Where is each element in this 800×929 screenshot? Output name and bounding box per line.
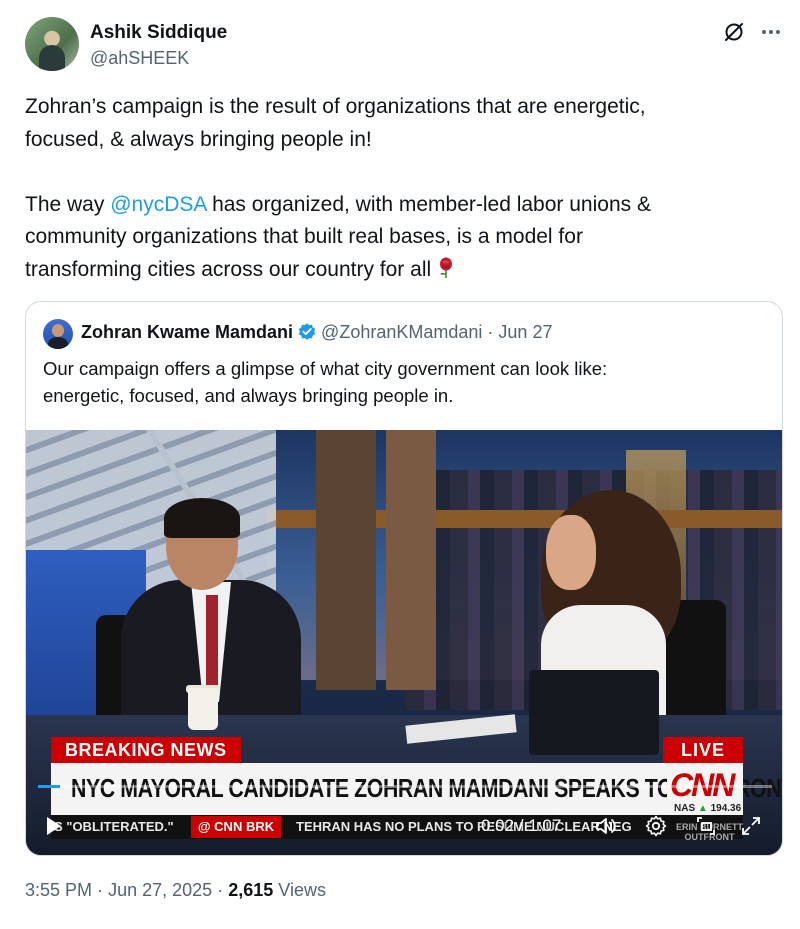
quoted-text: Our campaign offers a glimpse of what ci… (43, 355, 763, 409)
separator-dot: · (487, 322, 494, 342)
video-scene-laptop (529, 670, 659, 755)
quoted-header: Zohran Kwame Mamdani @ZohranKMamdani · J… (81, 322, 552, 343)
quoted-text-line: energetic, focused, and always bringing … (43, 385, 454, 406)
tweet-text: Zohran’s campaign is the result of organ… (25, 91, 765, 286)
quoted-author-name[interactable]: Zohran Kwame Mamdani (81, 322, 293, 342)
grok-slash-icon[interactable] (722, 20, 746, 44)
volume-icon[interactable] (594, 814, 618, 838)
rose-emoji-icon (440, 257, 452, 278)
video-scene-bridge-tower (386, 430, 436, 690)
nas-value: 194.36 (710, 803, 742, 814)
live-badge: LIVE (663, 737, 743, 763)
tweet-line: The way @nycDSA has organized, with memb… (25, 189, 765, 222)
video-scene-bridge-tower (316, 430, 376, 690)
views-count: 2,615 (228, 880, 274, 900)
gear-icon[interactable] (644, 814, 668, 838)
nasdaq-readout: NAS ▲ 194.36 (674, 803, 741, 814)
quoted-date[interactable]: Jun 27 (498, 322, 552, 342)
verified-badge-icon (298, 323, 316, 340)
author-handle[interactable]: @ahSHEEK (90, 48, 189, 69)
video-scene-host-face (546, 515, 596, 590)
video-progress-fill (38, 785, 61, 788)
picture-in-picture-icon[interactable] (694, 814, 718, 838)
more-horizontal-icon[interactable] (760, 20, 782, 44)
video-time: 0:02 / 1:07 (481, 816, 562, 835)
tweet-line: community organizations that built real … (25, 225, 583, 248)
tweet-meta: 3:55 PM · Jun 27, 2025 · 2,615 Views (25, 880, 326, 901)
views-label: Views (278, 880, 326, 900)
quoted-text-line: Our campaign offers a glimpse of what ci… (43, 358, 608, 379)
ticker-item: TEHRAN HAS NO PLANS TO RESUME NUCLEAR NE… (296, 819, 632, 834)
breaking-news-banner: BREAKING NEWS (51, 737, 241, 763)
quoted-author-avatar[interactable] (43, 319, 73, 349)
quoted-author-handle[interactable]: @ZohranKMamdani (321, 322, 482, 342)
tweet-text-span: transforming cities across our country f… (25, 257, 432, 281)
separator-dot: · (217, 880, 224, 900)
tweet-text-span: The way (25, 192, 111, 216)
tweet-line: focused, & always bringing people in! (25, 127, 372, 151)
author-avatar[interactable] (25, 17, 79, 71)
tweet-line: Zohran’s campaign is the result of organ… (25, 95, 646, 118)
ticker-brand: @ CNN BRK (191, 816, 281, 838)
tweet-date[interactable]: Jun 27, 2025 (108, 880, 212, 900)
author-name[interactable]: Ashik Siddique (90, 22, 227, 44)
nas-arrow: ▲ (697, 803, 708, 814)
ticker-item: S "OBLITERATED." (54, 819, 174, 834)
fullscreen-icon[interactable] (739, 814, 763, 838)
video-player[interactable]: BREAKING NEWS LIVE NYC MAYORAL CANDIDATE… (26, 430, 782, 855)
tweet-line: transforming cities across our country f… (25, 254, 765, 287)
video-progress-bar[interactable] (38, 785, 772, 788)
nas-label: NAS (674, 803, 696, 814)
video-scene-cup (188, 688, 218, 730)
quoted-tweet[interactable]: Zohran Kwame Mamdani @ZohranKMamdani · J… (25, 301, 783, 856)
tweet-time[interactable]: 3:55 PM (25, 880, 92, 900)
video-scene-guest-hair (164, 498, 240, 538)
play-icon[interactable] (42, 815, 64, 837)
mention-link[interactable]: @nycDSA (110, 193, 206, 216)
separator-dot: · (97, 880, 104, 900)
video-scene-tie (206, 595, 218, 695)
tweet-text-span: has organized, with member-led labor uni… (206, 192, 651, 216)
